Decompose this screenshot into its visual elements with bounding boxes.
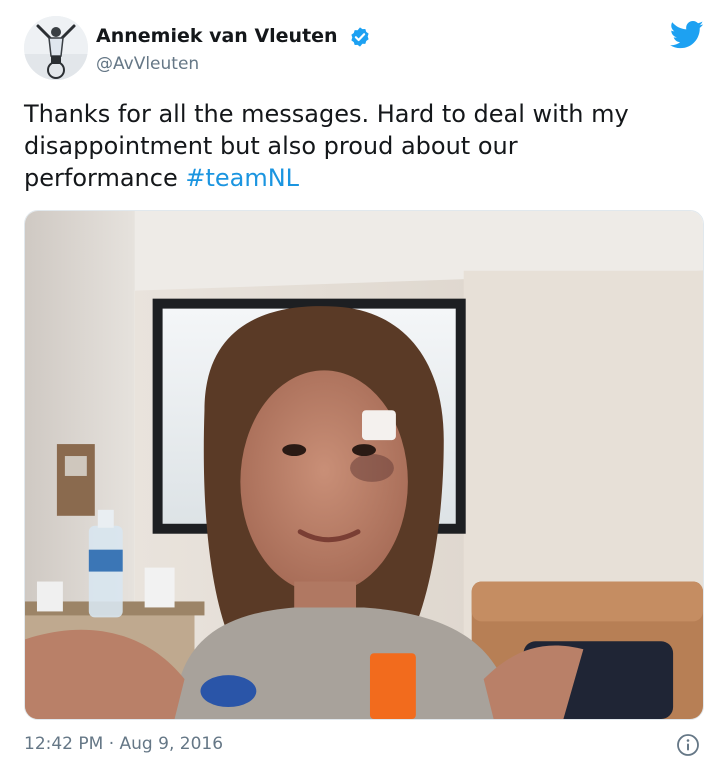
verified-badge-icon — [351, 27, 369, 47]
twitter-bird-icon[interactable] — [670, 20, 704, 50]
tweet-photo[interactable] — [24, 210, 704, 720]
tweet-timestamp[interactable]: 12:42 PM · Aug 9, 2016 — [24, 733, 223, 755]
info-icon[interactable] — [676, 733, 700, 757]
tweet-text-fragment: performance — [24, 164, 186, 192]
display-name[interactable]: Annemiek van Vleuten — [96, 24, 338, 48]
tweet-text-line: Thanks for all the messages. Hard to dea… — [24, 100, 629, 128]
user-handle[interactable]: @AvVleuten — [96, 53, 199, 75]
hashtag-link[interactable]: #teamNL — [185, 164, 299, 192]
tweet-text-line: disappointment but also proud about our — [24, 132, 518, 160]
tweet-text: Thanks for all the messages. Hard to dea… — [24, 98, 704, 194]
tweet-text-line: performance #teamNL — [24, 162, 704, 194]
tweet-card: Annemiek van Vleuten @AvVleuten Thanks f… — [0, 0, 728, 768]
avatar[interactable] — [24, 16, 88, 80]
